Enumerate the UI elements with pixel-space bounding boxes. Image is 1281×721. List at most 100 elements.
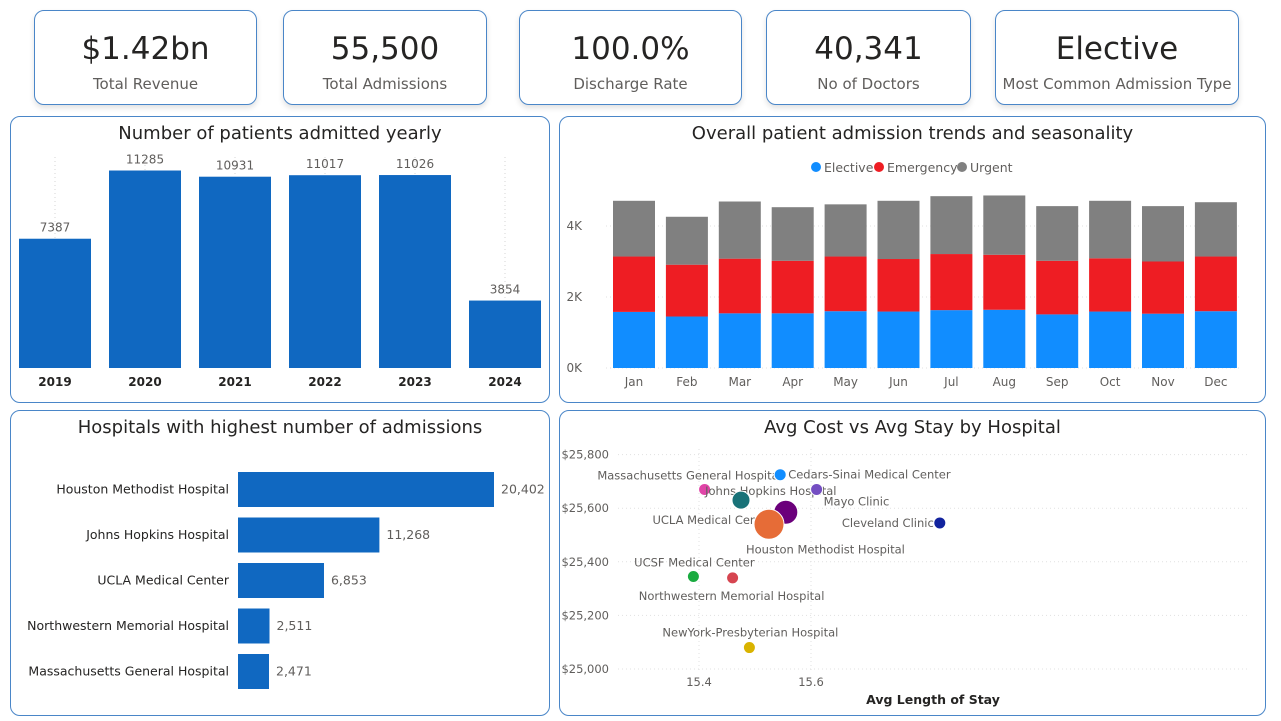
- bar-Apr-urgent: [771, 207, 814, 261]
- data-label: 7387: [40, 221, 71, 235]
- x-tick-label: Sep: [1046, 375, 1069, 389]
- bar-Feb-urgent: [665, 216, 708, 265]
- kpi-label: No of Doctors: [817, 75, 920, 93]
- bar-Apr-elective: [771, 313, 814, 368]
- kpi-card-total-revenue[interactable]: $1.42bn Total Revenue: [34, 10, 257, 105]
- bar-hospital: [238, 608, 270, 644]
- x-tick-label: Jul: [943, 375, 958, 389]
- legend-marker: [957, 162, 967, 172]
- kpi-card-total-admissions[interactable]: 55,500 Total Admissions: [283, 10, 487, 105]
- bar-Jun-urgent: [877, 200, 920, 260]
- y-tick-label: $25,800: [561, 448, 609, 462]
- bar-Mar-elective: [718, 313, 761, 368]
- cost-vs-stay-chart: $25,000 $25,200 $25,400 $25,600 $25,800 15.4 1…: [561, 448, 1250, 707]
- data-label: 11,268: [386, 527, 430, 542]
- bar-May-urgent: [824, 204, 867, 257]
- x-tick-label: Nov: [1151, 375, 1174, 389]
- bar-Jan-elective: [613, 311, 655, 368]
- bar-hospital: [238, 517, 380, 553]
- x-tick-label: Dec: [1204, 375, 1227, 389]
- point-label: Cedars-Sinai Medical Center: [788, 468, 951, 482]
- bar-Oct-elective: [1089, 311, 1132, 368]
- bar-Jul-urgent: [930, 196, 973, 255]
- bar-May-emergency: [824, 256, 867, 312]
- scatter-point: [773, 468, 787, 482]
- monthly-trends-chart: 0K 2K 4K Elective Emergency Urgent Jan Feb Mar Ap…: [566, 160, 1240, 389]
- bar-Jan-emergency: [613, 256, 655, 312]
- bar-Aug-emergency: [983, 254, 1026, 310]
- x-tick-label: 2022: [308, 375, 341, 389]
- bar-May-elective: [824, 311, 867, 368]
- bar-Feb-elective: [665, 316, 708, 368]
- bar-Jun-emergency: [877, 259, 920, 312]
- point-label: NewYork-Presbyterian Hospital: [662, 626, 838, 640]
- hospital-label: Massachusetts General Hospital: [28, 664, 229, 679]
- scatter-point: [753, 508, 785, 540]
- scatter-point: [731, 490, 751, 510]
- bar-Aug-elective: [983, 309, 1026, 368]
- hospital-label: Northwestern Memorial Hospital: [27, 618, 229, 633]
- bar-Apr-emergency: [771, 260, 814, 314]
- bar-hospital: [238, 654, 270, 689]
- legend-label: Urgent: [970, 160, 1013, 175]
- bar-Mar-emergency: [718, 258, 761, 314]
- top-hospitals-chart: Houston Methodist Hospital 20,402 Johns Ho…: [27, 472, 545, 689]
- hospital-label: UCLA Medical Center: [97, 573, 229, 588]
- bar-hospital: [238, 472, 494, 507]
- monthly-trends-chart-panel[interactable]: Overall patient admission trends and sea…: [559, 116, 1266, 403]
- kpi-value: 55,500: [330, 31, 440, 67]
- scatter-point: [686, 570, 700, 584]
- x-tick-label: May: [833, 375, 858, 389]
- bar-Oct-urgent: [1089, 200, 1132, 259]
- legend-marker: [874, 162, 884, 172]
- bar-hospital: [238, 563, 324, 598]
- kpi-label: Most Common Admission Type: [1002, 75, 1232, 93]
- data-label: 11017: [306, 157, 344, 171]
- y-tick-label: $25,600: [561, 501, 609, 515]
- bar-2024: [469, 300, 541, 368]
- bar-Dec-emergency: [1194, 256, 1237, 312]
- bar-Nov-urgent: [1142, 206, 1184, 262]
- y-tick-label: $25,000: [561, 662, 609, 676]
- x-tick-label: 2021: [218, 375, 251, 389]
- bar-Nov-elective: [1142, 313, 1184, 368]
- top-hospitals-chart-panel[interactable]: Hospitals with highest number of admissi…: [10, 410, 550, 716]
- x-tick-label: Jan: [624, 375, 644, 389]
- bar-2022: [289, 175, 361, 368]
- bar-Jun-elective: [877, 311, 920, 368]
- x-axis-title: Avg Length of Stay: [866, 692, 1000, 707]
- y-tick-label: $25,400: [561, 555, 609, 569]
- kpi-card-discharge-rate[interactable]: 100.0% Discharge Rate: [519, 10, 742, 105]
- kpi-label: Total Revenue: [92, 75, 199, 93]
- x-tick-label: 2019: [38, 375, 71, 389]
- bar-Jan-urgent: [613, 200, 655, 257]
- scatter-point: [810, 482, 824, 496]
- kpi-card-no-of-doctors[interactable]: 40,341 No of Doctors: [766, 10, 971, 105]
- x-tick-label: 15.4: [686, 675, 712, 689]
- x-tick-label: Feb: [676, 375, 697, 389]
- x-tick-label: Apr: [782, 375, 803, 389]
- bar-Aug-urgent: [983, 195, 1026, 255]
- data-label: 20,402: [501, 482, 545, 497]
- point-label: Cleveland Clinic: [842, 516, 934, 530]
- bar-Oct-emergency: [1089, 258, 1132, 312]
- data-label: 11026: [396, 157, 434, 171]
- bar-Sep-emergency: [1036, 260, 1079, 315]
- cost-vs-stay-chart-panel[interactable]: Avg Cost vs Avg Stay by Hospital $25,000…: [559, 410, 1266, 716]
- bar-Nov-emergency: [1142, 261, 1184, 314]
- point-label: Mayo Clinic: [824, 494, 890, 508]
- kpi-value: Elective: [1055, 31, 1179, 67]
- scatter-point: [742, 641, 756, 655]
- kpi-card-admission-type[interactable]: Elective Most Common Admission Type: [995, 10, 1239, 105]
- bar-Feb-emergency: [665, 264, 708, 317]
- data-label: 10931: [216, 159, 254, 173]
- bar-2020: [109, 170, 181, 368]
- bar-Jul-elective: [930, 310, 973, 368]
- kpi-value: $1.42bn: [81, 31, 210, 67]
- bar-2021: [199, 176, 271, 368]
- yearly-admissions-chart: 7387 2019 11285 2020 10931 2021 11017 2022 11026…: [19, 153, 541, 389]
- yearly-admissions-chart-panel[interactable]: Number of patients admitted yearly 7387 2…: [10, 116, 550, 403]
- x-tick-label: 2023: [398, 375, 431, 389]
- point-label: Northwestern Memorial Hospital: [639, 589, 825, 603]
- kpi-value: 100.0%: [571, 31, 690, 67]
